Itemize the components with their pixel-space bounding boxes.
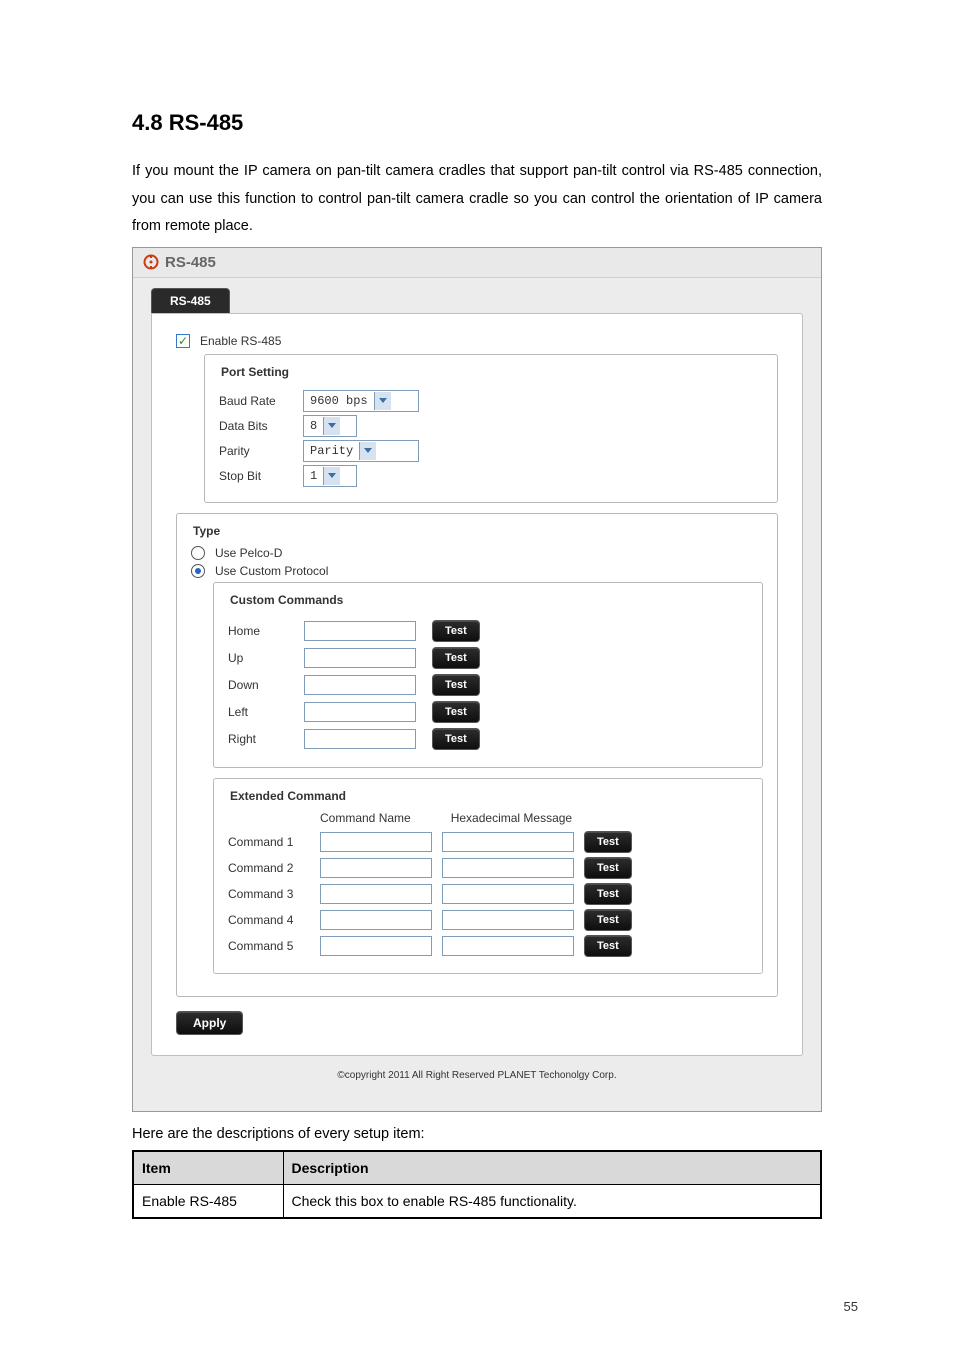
data-bits-label: Data Bits [219, 419, 289, 433]
chevron-down-icon [359, 442, 376, 460]
baud-rate-select[interactable]: 9600 bps [303, 390, 419, 412]
ext-row-2-hex-input[interactable] [442, 858, 574, 878]
td-desc: Check this box to enable RS-485 function… [283, 1184, 821, 1218]
extended-command-legend: Extended Command [226, 789, 350, 803]
intro-paragraph: If you mount the IP camera on pan-tilt c… [132, 158, 822, 241]
description-table: Item Description Enable RS-485 Check thi… [132, 1150, 822, 1219]
cc-up-test-button[interactable]: Test [432, 647, 480, 669]
tab-bar: RS-485 [151, 288, 803, 313]
chevron-down-icon [374, 392, 391, 410]
parity-label: Parity [219, 444, 289, 458]
cc-down-input[interactable] [304, 675, 416, 695]
parity-value: Parity [310, 444, 359, 458]
extended-command-fieldset: Extended Command Command Name Hexadecima… [213, 778, 763, 974]
chevron-down-icon [323, 417, 340, 435]
th-description: Description [283, 1151, 821, 1185]
pin-icon [143, 254, 159, 270]
ext-row-5-test-button[interactable]: Test [584, 935, 632, 957]
cc-up-label: Up [228, 651, 288, 665]
baud-rate-label: Baud Rate [219, 394, 289, 408]
data-bits-select[interactable]: 8 [303, 415, 357, 437]
cc-down-test-button[interactable]: Test [432, 674, 480, 696]
window-header: RS-485 [133, 248, 821, 278]
table-caption: Here are the descriptions of every setup… [132, 1126, 822, 1142]
ext-row-4-test-button[interactable]: Test [584, 909, 632, 931]
custom-commands-fieldset: Custom Commands Home Test Up Test Down [213, 582, 763, 768]
cc-left-label: Left [228, 705, 288, 719]
td-item: Enable RS-485 [133, 1184, 283, 1218]
stop-bit-label: Stop Bit [219, 469, 289, 483]
use-pelco-label: Use Pelco-D [215, 546, 282, 560]
cc-right-input[interactable] [304, 729, 416, 749]
rs485-screenshot: RS-485 RS-485 ✓ Enable RS-485 Port Setti… [132, 247, 822, 1112]
window-title: RS-485 [165, 254, 216, 271]
th-item: Item [133, 1151, 283, 1185]
ext-row-5-label: Command 5 [228, 939, 310, 953]
cc-home-test-button[interactable]: Test [432, 620, 480, 642]
ext-row-2-label: Command 2 [228, 861, 310, 875]
section-heading: 4.8 RS-485 [132, 110, 822, 136]
use-custom-radio[interactable] [191, 564, 205, 578]
cc-right-test-button[interactable]: Test [432, 728, 480, 750]
type-fieldset: Type Use Pelco-D Use Custom Protocol Cus… [176, 513, 778, 997]
enable-rs485-checkbox[interactable]: ✓ [176, 334, 190, 348]
enable-rs485-row: ✓ Enable RS-485 [176, 334, 778, 348]
stop-bit-value: 1 [310, 469, 323, 483]
table-row: Enable RS-485 Check this box to enable R… [133, 1184, 821, 1218]
enable-rs485-label: Enable RS-485 [200, 334, 281, 348]
ext-row-3-test-button[interactable]: Test [584, 883, 632, 905]
ext-row-1-test-button[interactable]: Test [584, 831, 632, 853]
page-number: 55 [844, 1299, 858, 1314]
ext-row-1-label: Command 1 [228, 835, 310, 849]
ext-row-1-name-input[interactable] [320, 832, 432, 852]
cc-left-input[interactable] [304, 702, 416, 722]
cc-left-test-button[interactable]: Test [432, 701, 480, 723]
cc-up-input[interactable] [304, 648, 416, 668]
ext-row-4-name-input[interactable] [320, 910, 432, 930]
ext-row-3-label: Command 3 [228, 887, 310, 901]
check-icon: ✓ [178, 335, 188, 347]
cc-home-input[interactable] [304, 621, 416, 641]
ext-row-1-hex-input[interactable] [442, 832, 574, 852]
baud-rate-value: 9600 bps [310, 394, 374, 408]
cc-right-label: Right [228, 732, 288, 746]
ext-row-4-label: Command 4 [228, 913, 310, 927]
cc-home-label: Home [228, 624, 288, 638]
ext-row-4-hex-input[interactable] [442, 910, 574, 930]
ext-row-2-name-input[interactable] [320, 858, 432, 878]
ext-row-3-name-input[interactable] [320, 884, 432, 904]
rs485-panel: ✓ Enable RS-485 Port Setting Baud Rate 9… [151, 313, 803, 1056]
port-setting-fieldset: Port Setting Baud Rate 9600 bps Data Bit… [204, 354, 778, 503]
ext-row-5-hex-input[interactable] [442, 936, 574, 956]
tab-rs485[interactable]: RS-485 [151, 288, 230, 313]
ext-head-hex: Hexadecimal Message [451, 811, 572, 825]
stop-bit-select[interactable]: 1 [303, 465, 357, 487]
copyright-text: ©copyright 2011 All Right Reserved PLANE… [133, 1070, 821, 1081]
use-pelco-radio[interactable] [191, 546, 205, 560]
custom-commands-legend: Custom Commands [226, 593, 347, 607]
chevron-down-icon [323, 467, 340, 485]
ext-row-3-hex-input[interactable] [442, 884, 574, 904]
data-bits-value: 8 [310, 419, 323, 433]
apply-button[interactable]: Apply [176, 1011, 243, 1035]
type-legend: Type [189, 524, 224, 538]
parity-select[interactable]: Parity [303, 440, 419, 462]
cc-down-label: Down [228, 678, 288, 692]
ext-row-2-test-button[interactable]: Test [584, 857, 632, 879]
port-setting-legend: Port Setting [217, 365, 293, 379]
ext-head-name: Command Name [320, 811, 411, 825]
ext-row-5-name-input[interactable] [320, 936, 432, 956]
use-custom-label: Use Custom Protocol [215, 564, 328, 578]
